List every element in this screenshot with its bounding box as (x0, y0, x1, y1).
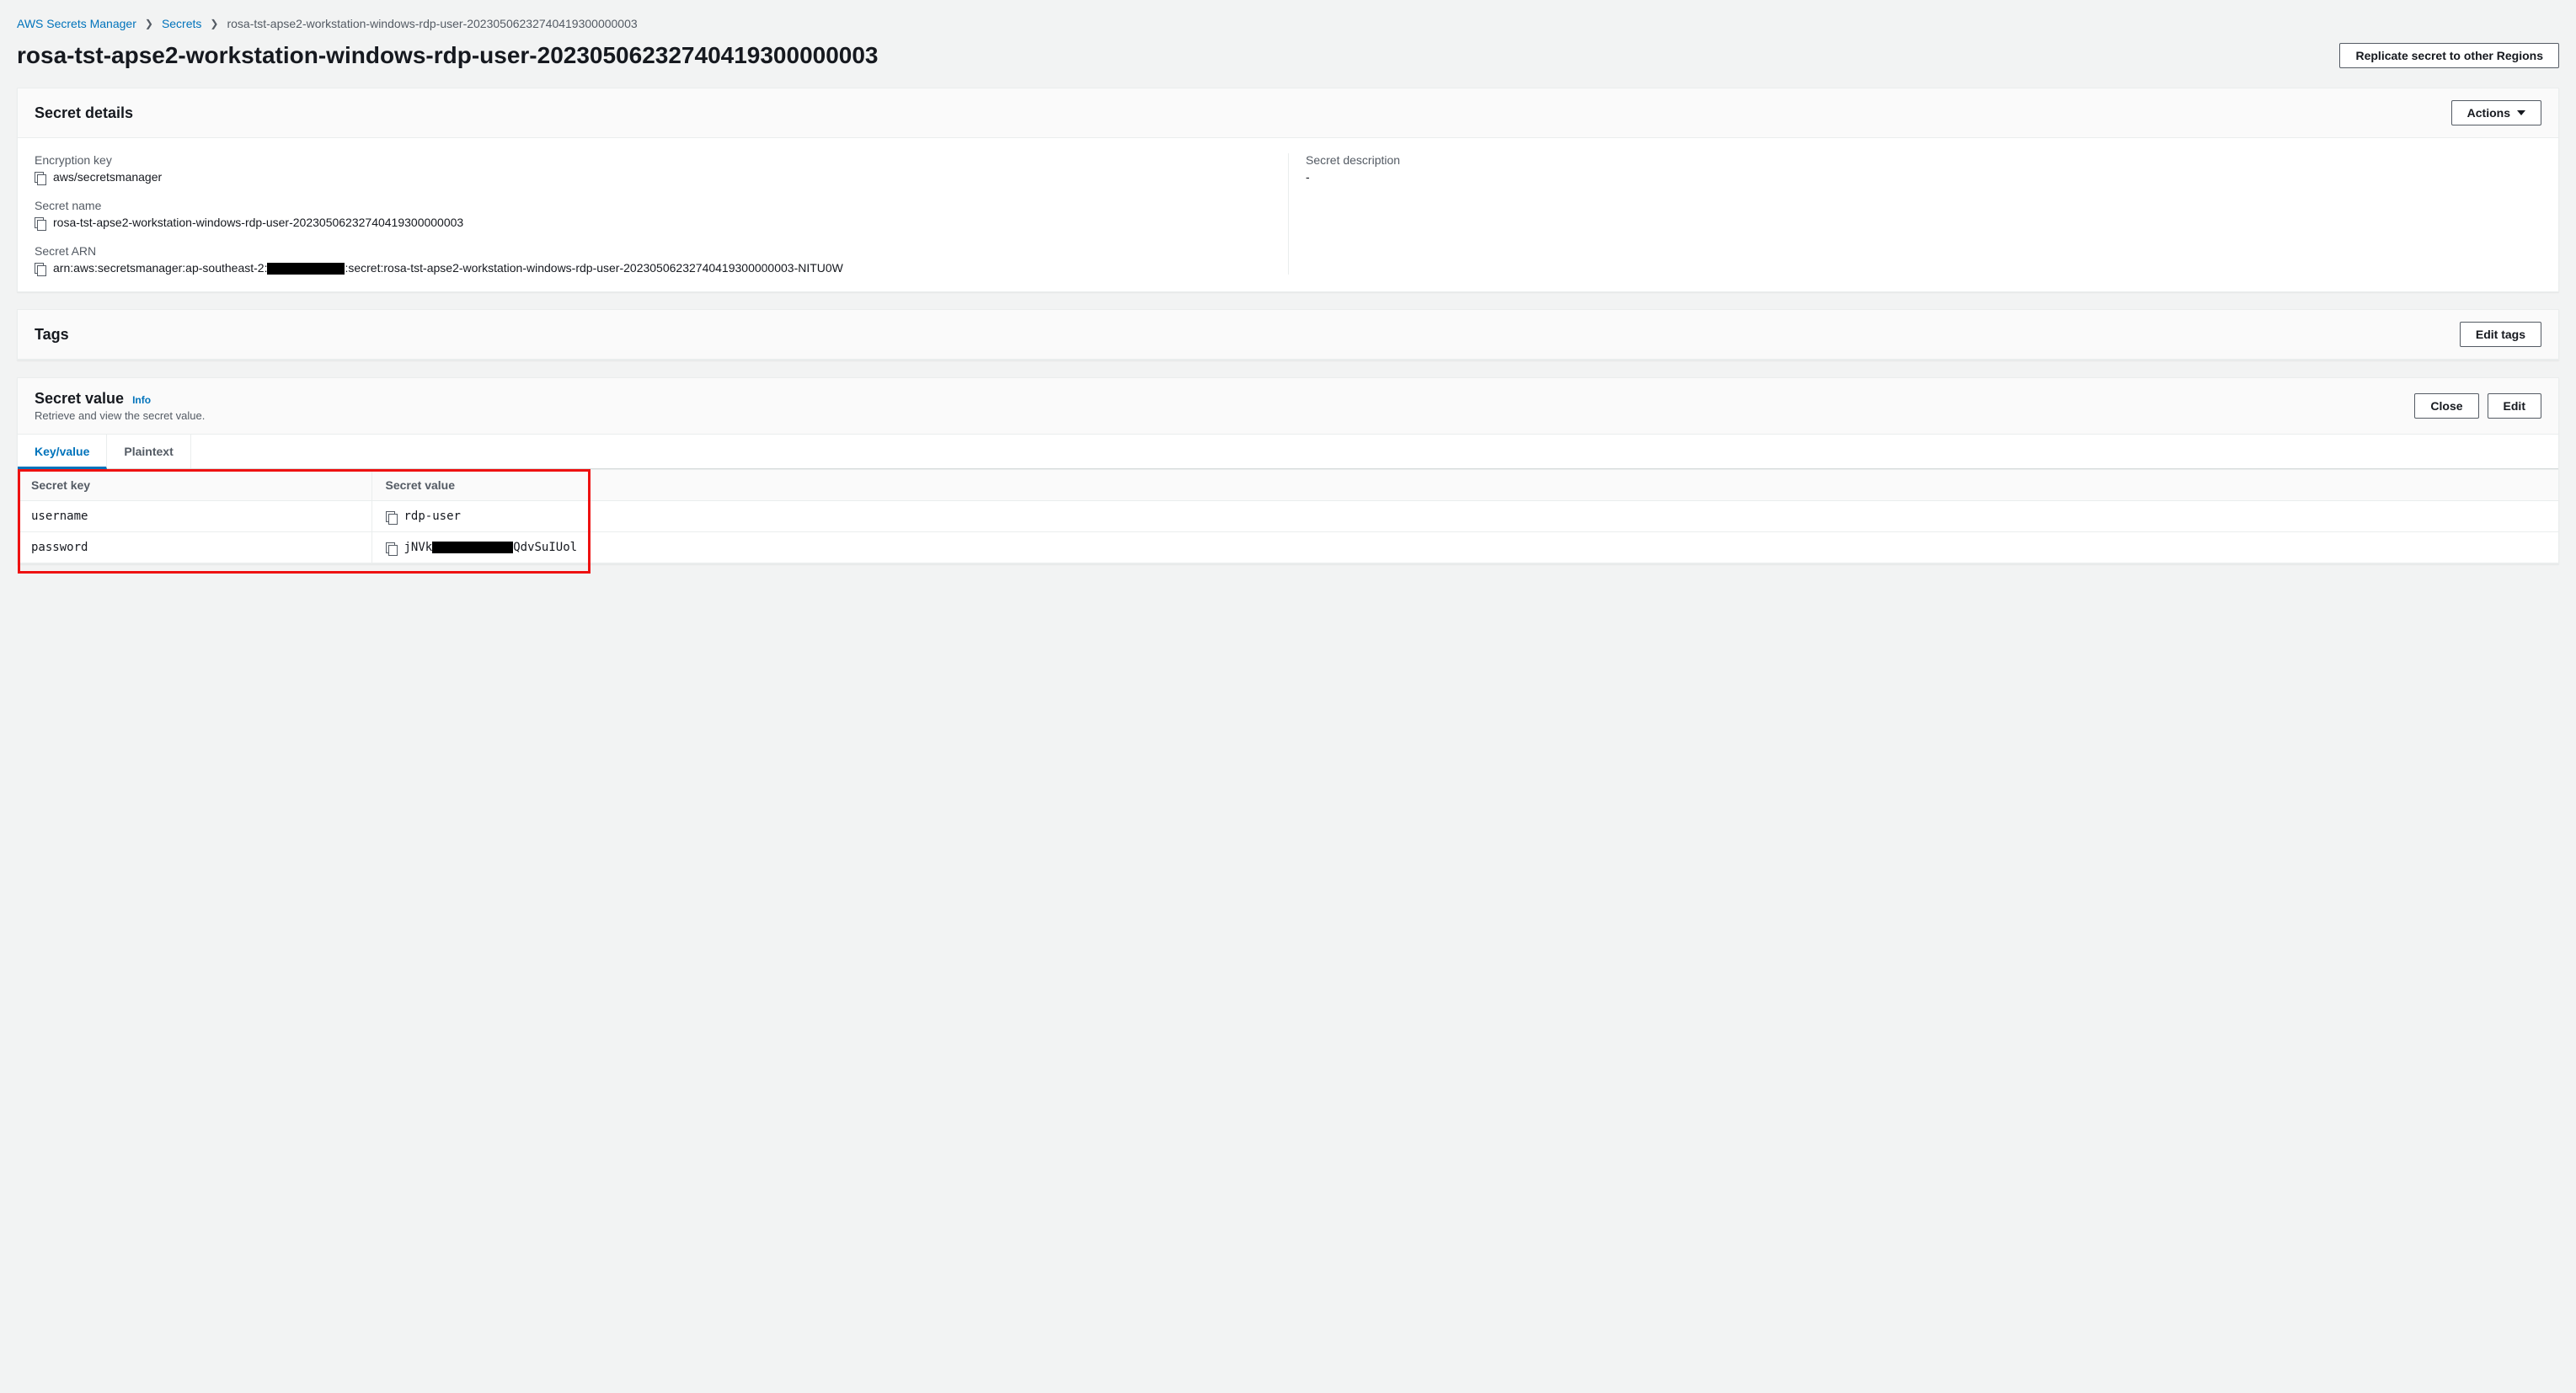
copy-icon[interactable] (35, 217, 46, 229)
secret-value-desc: Retrieve and view the secret value. (35, 409, 205, 422)
secret-arn-label: Secret ARN (35, 244, 1271, 258)
secret-details-panel: Secret details Actions Encryption key aw… (17, 88, 2559, 292)
secret-description-label: Secret description (1306, 153, 2525, 167)
encryption-key-label: Encryption key (35, 153, 1271, 167)
secret-key-cell: username (18, 501, 371, 532)
actions-label: Actions (2467, 106, 2510, 120)
secret-value-tabs: Key/value Plaintext (18, 435, 2558, 469)
kv-table-container: Secret key Secret value username rdp-use… (18, 469, 2558, 563)
secret-value-text: rdp-user (404, 510, 461, 523)
replicate-secret-button[interactable]: Replicate secret to other Regions (2339, 43, 2559, 68)
redacted-account-id (267, 263, 345, 275)
secret-details-header: Secret details Actions (18, 88, 2558, 138)
encryption-key-value: aws/secretsmanager (53, 170, 162, 184)
close-button[interactable]: Close (2414, 393, 2478, 419)
table-row: username rdp-user (18, 501, 2558, 532)
actions-dropdown-button[interactable]: Actions (2451, 100, 2541, 125)
tags-header: Tags Edit tags (18, 310, 2558, 360)
chevron-right-icon: ❯ (210, 18, 218, 29)
edit-tags-button[interactable]: Edit tags (2460, 322, 2541, 347)
secret-name-label: Secret name (35, 199, 1271, 212)
breadcrumb: AWS Secrets Manager ❯ Secrets ❯ rosa-tst… (17, 17, 2559, 30)
details-right-column: Secret description - (1288, 153, 2541, 275)
details-left-column: Encryption key aws/secretsmanager Secret… (35, 153, 1288, 275)
secret-arn-suffix: :secret:rosa-tst-apse2-workstation-windo… (345, 261, 842, 275)
secret-value-header: Secret value Info Retrieve and view the … (18, 378, 2558, 435)
secret-arn-prefix: arn:aws:secretsmanager:ap-southeast-2: (53, 261, 267, 275)
tab-key-value[interactable]: Key/value (18, 435, 107, 469)
secret-description-value: - (1306, 170, 1310, 184)
copy-icon[interactable] (35, 172, 46, 184)
secret-name-value: rosa-tst-apse2-workstation-windows-rdp-u… (53, 216, 463, 229)
copy-icon[interactable] (35, 263, 46, 275)
secret-key-cell: password (18, 532, 371, 563)
tags-panel: Tags Edit tags (17, 309, 2559, 360)
secret-value-prefix: jNVk (404, 541, 433, 554)
chevron-right-icon: ❯ (145, 18, 153, 29)
secret-value-text: jNVk QdvSuIUol (404, 541, 578, 554)
table-row: password jNVk QdvSuIUol (18, 532, 2558, 563)
secret-value-cell: rdp-user (371, 501, 2558, 532)
caret-down-icon (2517, 110, 2525, 115)
secret-arn-value: arn:aws:secretsmanager:ap-southeast-2: :s… (53, 261, 843, 275)
secret-kv-table: Secret key Secret value username rdp-use… (18, 469, 2558, 563)
redacted-password-chunk (432, 542, 513, 553)
copy-icon[interactable] (386, 511, 398, 523)
page-title: rosa-tst-apse2-workstation-windows-rdp-u… (17, 42, 879, 69)
copy-icon[interactable] (386, 542, 398, 554)
edit-secret-button[interactable]: Edit (2488, 393, 2541, 419)
info-link[interactable]: Info (132, 394, 151, 406)
secret-details-title: Secret details (35, 104, 133, 122)
page-header: rosa-tst-apse2-workstation-windows-rdp-u… (17, 42, 2559, 69)
tab-plaintext[interactable]: Plaintext (107, 435, 190, 468)
secret-value-suffix: QdvSuIUol (513, 541, 577, 554)
secret-value-panel: Secret value Info Retrieve and view the … (17, 377, 2559, 564)
col-secret-key: Secret key (18, 470, 371, 501)
tags-title: Tags (35, 326, 69, 344)
table-header-row: Secret key Secret value (18, 470, 2558, 501)
breadcrumb-current: rosa-tst-apse2-workstation-windows-rdp-u… (227, 17, 637, 30)
secret-value-cell: jNVk QdvSuIUol (371, 532, 2558, 563)
breadcrumb-secrets[interactable]: Secrets (162, 17, 201, 30)
secret-value-title: Secret value (35, 390, 124, 408)
col-secret-value: Secret value (371, 470, 2558, 501)
breadcrumb-root[interactable]: AWS Secrets Manager (17, 17, 136, 30)
